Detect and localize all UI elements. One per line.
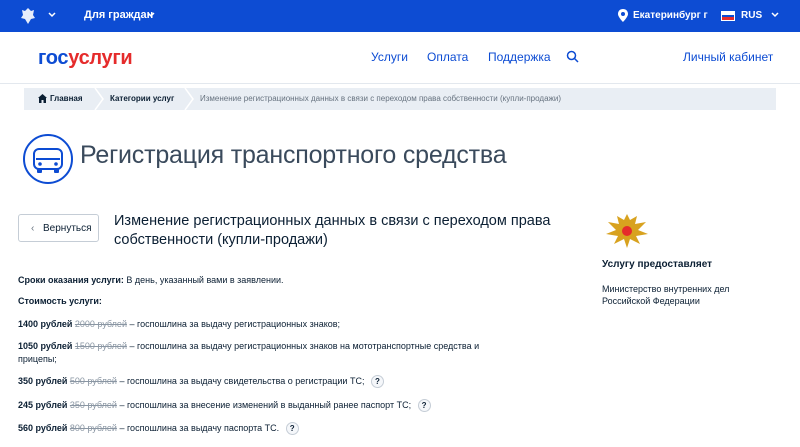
back-button[interactable]: ‹ Вернуться [18, 214, 99, 242]
home-icon [38, 94, 47, 103]
russian-flag-icon [721, 11, 735, 21]
chevron-down-icon[interactable] [47, 10, 57, 20]
price-row: 560 рублей 800 рублей – госпошлина за вы… [18, 422, 518, 436]
price-row: 245 рублей 350 рублей – госпошлина за вн… [18, 399, 518, 413]
service-terms: Сроки оказания услуги: В день, указанный… [18, 275, 284, 285]
location-pin-icon [618, 9, 628, 22]
price-row: 1050 рублей 1500 рублей – госпошлина за … [18, 341, 480, 364]
coat-of-arms-icon[interactable] [18, 6, 38, 26]
chevron-left-icon: ‹ [31, 223, 35, 234]
top-bar: Для граждан Екатеринбург г RUS [0, 0, 800, 32]
gosuslugi-logo[interactable]: госуслуги [38, 47, 133, 70]
breadcrumb-separator [184, 88, 194, 110]
nav-support[interactable]: Поддержка [488, 50, 551, 64]
provider-heading: Услугу предоставляет [602, 259, 713, 270]
price-row: 1400 рублей 2000 рублей – госпошлина за … [18, 319, 341, 329]
personal-cabinet-link[interactable]: Личный кабинет [683, 50, 773, 64]
help-question-icon[interactable]: ? [285, 422, 299, 436]
language-selector[interactable]: RUS [741, 10, 762, 21]
search-icon[interactable] [566, 50, 579, 63]
price-row: 350 рублей 500 рублей – госпошлина за вы… [18, 375, 518, 389]
help-question-icon[interactable]: ? [370, 375, 384, 389]
provider-name[interactable]: Министерство внутренних дел Российской Ф… [602, 283, 762, 307]
breadcrumb-separator [94, 88, 104, 110]
service-cost-label: Стоимость услуги: [18, 296, 102, 306]
car-icon [23, 134, 73, 184]
nav-services[interactable]: Услуги [371, 50, 408, 64]
chevron-down-icon[interactable] [146, 10, 156, 20]
nav-payment[interactable]: Оплата [427, 50, 468, 64]
service-title: Изменение регистрационных данных в связи… [114, 213, 551, 248]
help-question-icon[interactable]: ? [417, 399, 431, 413]
breadcrumb-home[interactable]: Главная [50, 94, 83, 103]
city-selector[interactable]: Екатеринбург г [633, 10, 708, 21]
page-title: Регистрация транспортного средства [80, 141, 507, 169]
chevron-down-icon[interactable] [770, 10, 780, 20]
breadcrumb-current: Изменение регистрационных данных в связи… [200, 94, 561, 103]
main-header: госуслуги Услуги Оплата Поддержка Личный… [0, 32, 800, 84]
mvd-emblem-icon [606, 214, 648, 248]
breadcrumb: Главная Категории услуг Изменение регист… [24, 88, 776, 110]
breadcrumb-categories[interactable]: Категории услуг [110, 94, 174, 103]
audience-selector[interactable]: Для граждан [84, 9, 153, 21]
